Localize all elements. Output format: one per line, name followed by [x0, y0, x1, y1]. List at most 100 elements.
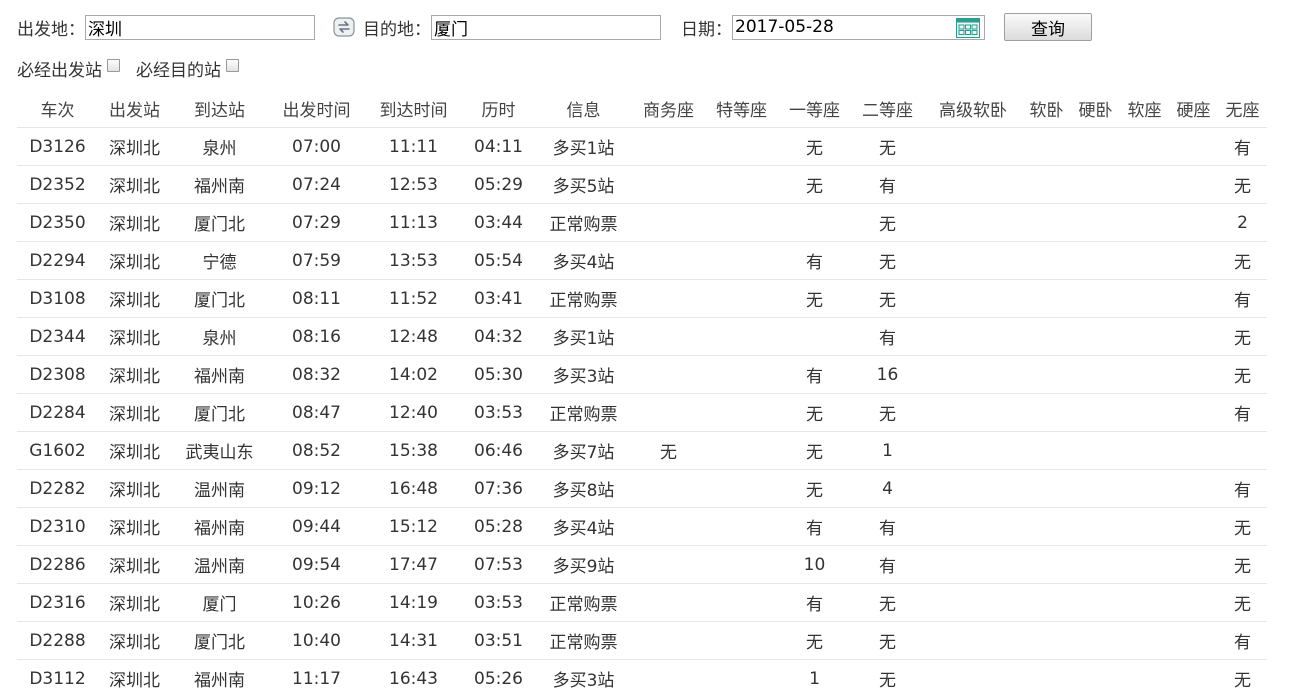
column-header-departure-time: 出发时间	[268, 89, 365, 128]
table-row[interactable]: D2310深圳北福州南09:4415:1205:28多买4站有有无	[17, 508, 1267, 546]
column-header-hard-sleeper: 硬卧	[1071, 89, 1120, 128]
cell-soft-seat	[1120, 394, 1169, 432]
cell-second-class: 16	[851, 356, 924, 394]
cell-soft-sleeper	[1022, 432, 1071, 470]
cell-hard-sleeper	[1071, 394, 1120, 432]
search-bar: 出发地： 目的地： 日期： 查询	[17, 13, 1092, 41]
cell-standing: 有	[1218, 394, 1267, 432]
cell-premium-seat	[705, 242, 778, 280]
column-header-deluxe-soft-sleeper: 高级软卧	[924, 89, 1022, 128]
table-row[interactable]: D2284深圳北厦门北08:4712:4003:53正常购票无无有	[17, 394, 1267, 432]
table-row[interactable]: D2350深圳北厦门北07:2911:1303:44正常购票无2	[17, 204, 1267, 242]
query-button[interactable]: 查询	[1004, 13, 1092, 41]
cell-arrival-time: 12:53	[365, 166, 462, 204]
table-row[interactable]: D2308深圳北福州南08:3214:0205:30多买3站有16无	[17, 356, 1267, 394]
table-row[interactable]: D2282深圳北温州南09:1216:4807:36多买8站无4有	[17, 470, 1267, 508]
cell-arrival-station: 厦门北	[171, 622, 268, 660]
cell-duration: 05:29	[462, 166, 535, 204]
cell-duration: 07:36	[462, 470, 535, 508]
cell-duration: 05:26	[462, 660, 535, 697]
table-row[interactable]: D2344深圳北泉州08:1612:4804:32多买1站有无	[17, 318, 1267, 356]
cell-soft-sleeper	[1022, 166, 1071, 204]
cell-premium-seat	[705, 166, 778, 204]
table-row[interactable]: D2288深圳北厦门北10:4014:3103:51正常购票无无有	[17, 622, 1267, 660]
cell-business-seat	[632, 546, 705, 584]
cell-hard-seat	[1169, 470, 1218, 508]
cell-arrival-time: 16:48	[365, 470, 462, 508]
column-header-second-class: 二等座	[851, 89, 924, 128]
cell-first-class: 有	[778, 508, 851, 546]
cell-arrival-station: 福州南	[171, 508, 268, 546]
via-destination-checkbox[interactable]	[226, 59, 239, 72]
cell-arrival-time: 12:40	[365, 394, 462, 432]
cell-train-number: D2352	[17, 166, 98, 204]
via-departure-checkbox[interactable]	[107, 59, 120, 72]
cell-duration: 04:32	[462, 318, 535, 356]
cell-premium-seat	[705, 470, 778, 508]
column-header-arrival-station: 到达站	[171, 89, 268, 128]
table-row[interactable]: D2294深圳北宁德07:5913:5305:54多买4站有无无	[17, 242, 1267, 280]
cell-info: 多买3站	[535, 356, 632, 394]
cell-hard-seat	[1169, 242, 1218, 280]
swap-arrows-icon[interactable]	[333, 16, 355, 38]
table-row[interactable]: D2316深圳北厦门10:2614:1903:53正常购票有无无	[17, 584, 1267, 622]
cell-hard-sleeper	[1071, 660, 1120, 697]
cell-deluxe-soft-sleeper	[924, 622, 1022, 660]
cell-info: 多买5站	[535, 166, 632, 204]
cell-premium-seat	[705, 584, 778, 622]
cell-second-class: 无	[851, 622, 924, 660]
table-row[interactable]: D2352深圳北福州南07:2412:5305:29多买5站无有无	[17, 166, 1267, 204]
from-station-input[interactable]	[85, 15, 315, 40]
cell-second-class: 无	[851, 660, 924, 697]
cell-premium-seat	[705, 128, 778, 166]
cell-first-class: 10	[778, 546, 851, 584]
cell-first-class: 无	[778, 622, 851, 660]
cell-arrival-station: 厦门北	[171, 394, 268, 432]
calendar-icon[interactable]	[956, 18, 980, 38]
cell-premium-seat	[705, 394, 778, 432]
cell-hard-sleeper	[1071, 318, 1120, 356]
cell-duration: 05:54	[462, 242, 535, 280]
cell-hard-seat	[1169, 204, 1218, 242]
cell-duration: 03:51	[462, 622, 535, 660]
cell-business-seat: 无	[632, 432, 705, 470]
cell-first-class	[778, 204, 851, 242]
from-label: 出发地：	[17, 15, 85, 40]
cell-premium-seat	[705, 356, 778, 394]
cell-departure-time: 10:26	[268, 584, 365, 622]
cell-departure-station: 深圳北	[98, 128, 171, 166]
to-station-input[interactable]	[431, 15, 661, 40]
table-row[interactable]: D3112深圳北福州南11:1716:4305:26多买3站1无无	[17, 660, 1267, 697]
column-header-first-class: 一等座	[778, 89, 851, 128]
cell-hard-seat	[1169, 584, 1218, 622]
cell-soft-seat	[1120, 508, 1169, 546]
cell-arrival-time: 17:47	[365, 546, 462, 584]
cell-arrival-station: 福州南	[171, 660, 268, 697]
date-input[interactable]	[732, 15, 985, 40]
cell-first-class: 无	[778, 432, 851, 470]
cell-hard-sleeper	[1071, 470, 1120, 508]
cell-departure-time: 08:16	[268, 318, 365, 356]
cell-info: 多买7站	[535, 432, 632, 470]
table-row[interactable]: D2286深圳北温州南09:5417:4707:53多买9站10有无	[17, 546, 1267, 584]
cell-train-number: D3112	[17, 660, 98, 697]
cell-business-seat	[632, 622, 705, 660]
cell-deluxe-soft-sleeper	[924, 166, 1022, 204]
table-row[interactable]: D3126深圳北泉州07:0011:1104:11多买1站无无有	[17, 128, 1267, 166]
cell-train-number: D2308	[17, 356, 98, 394]
table-row[interactable]: D3108深圳北厦门北08:1111:5203:41正常购票无无有	[17, 280, 1267, 318]
table-row[interactable]: G1602深圳北武夷山东08:5215:3806:46多买7站无无1	[17, 432, 1267, 470]
cell-info: 正常购票	[535, 280, 632, 318]
column-header-soft-seat: 软座	[1120, 89, 1169, 128]
cell-departure-time: 08:32	[268, 356, 365, 394]
cell-hard-sleeper	[1071, 546, 1120, 584]
cell-departure-station: 深圳北	[98, 394, 171, 432]
cell-info: 多买4站	[535, 508, 632, 546]
cell-soft-seat	[1120, 622, 1169, 660]
cell-deluxe-soft-sleeper	[924, 318, 1022, 356]
cell-business-seat	[632, 166, 705, 204]
date-picker	[732, 15, 985, 40]
cell-hard-sleeper	[1071, 356, 1120, 394]
cell-info: 多买4站	[535, 242, 632, 280]
cell-standing: 无	[1218, 318, 1267, 356]
